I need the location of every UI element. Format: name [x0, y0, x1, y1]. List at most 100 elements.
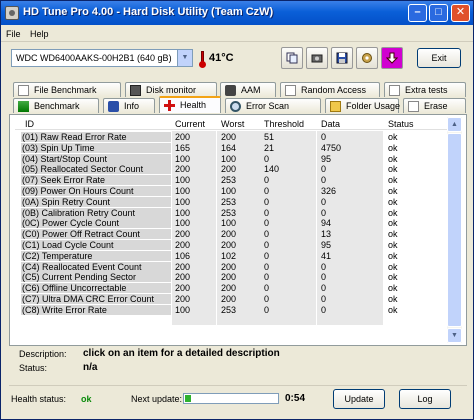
- table-row[interactable]: (04) Start/Stop Count 100 100 0 95 ok: [15, 153, 447, 164]
- table-row[interactable]: (C0) Power Off Retract Count 200 200 0 13 ok: [15, 229, 447, 240]
- options-button[interactable]: [356, 47, 378, 69]
- wrench-icon: [362, 53, 372, 63]
- maximize-button[interactable]: □: [429, 4, 448, 22]
- row-threshold: 51: [264, 132, 275, 142]
- row-data: 0: [321, 196, 327, 207]
- table-row[interactable]: (C8) Write Error Rate 100 253 0 0 ok: [15, 304, 447, 315]
- window-title: HD Tune Pro 4.00 - Hard Disk Utility (Te…: [23, 6, 274, 18]
- header-worst[interactable]: Worst: [221, 119, 244, 129]
- row-data: 0: [321, 304, 327, 315]
- vertical-scrollbar[interactable]: ▲ ▼: [447, 117, 462, 343]
- row-threshold: 0: [264, 283, 270, 294]
- update-progress-fill: [185, 395, 193, 402]
- tab-folder-usage[interactable]: Folder Usage: [325, 98, 400, 113]
- row-data: 326: [321, 186, 337, 196]
- tab-aam[interactable]: AAM: [220, 82, 276, 97]
- row-worst: 253: [221, 207, 237, 218]
- download-button[interactable]: [381, 47, 403, 69]
- header-status[interactable]: Status: [388, 119, 414, 129]
- hard-disk-app-icon: [5, 6, 19, 20]
- table-row[interactable]: (03) Spin Up Time 165 164 21 4750 ok: [15, 142, 447, 153]
- row-worst: 100: [221, 153, 237, 164]
- exit-button[interactable]: Exit: [417, 48, 461, 68]
- update-countdown: 0:54: [285, 393, 306, 404]
- row-status: ok: [388, 196, 398, 207]
- row-worst: 253: [221, 304, 237, 315]
- header-current[interactable]: Current: [175, 119, 205, 129]
- row-status: ok: [388, 261, 398, 272]
- row-data: 4750: [321, 142, 342, 153]
- tab-file-benchmark[interactable]: File Benchmark: [13, 82, 121, 97]
- scroll-down-button[interactable]: ▼: [447, 328, 462, 343]
- tab-disk-monitor[interactable]: Disk monitor: [125, 82, 217, 97]
- chevron-down-icon[interactable]: ▼: [177, 50, 192, 66]
- tab-random-access[interactable]: Random Access: [280, 82, 380, 97]
- row-current: 100: [175, 304, 191, 315]
- log-button[interactable]: Log: [399, 389, 451, 409]
- row-current: 200: [175, 240, 191, 250]
- row-status: ok: [388, 283, 398, 294]
- table-row[interactable]: (C4) Reallocated Event Count 200 200 0 0 ok: [15, 261, 447, 272]
- table-row[interactable]: (C6) Offline Uncorrectable 200 200 0 0 ok: [15, 283, 447, 294]
- row-status: ok: [388, 272, 398, 283]
- magnifier-icon: [230, 101, 241, 112]
- tab-error-scan[interactable]: Error Scan: [225, 98, 321, 113]
- scroll-thumb[interactable]: [447, 133, 462, 327]
- row-current: 200: [175, 283, 191, 294]
- table-row[interactable]: (0B) Calibration Retry Count 100 253 0 0 ok: [15, 207, 447, 218]
- row-current: 100: [175, 153, 191, 164]
- table-row[interactable]: (C1) Load Cycle Count 200 200 0 95 ok: [15, 240, 447, 250]
- table-row[interactable]: (05) Reallocated Sector Count 200 200 140 0 o…: [15, 164, 447, 175]
- row-status: ok: [388, 229, 398, 240]
- copy-icon: [286, 52, 298, 64]
- row-id: (C2) Temperature: [21, 250, 171, 261]
- table-row[interactable]: (C2) Temperature 106 102 0 41 ok: [15, 250, 447, 261]
- header-threshold[interactable]: Threshold: [264, 119, 304, 129]
- menu-file[interactable]: File: [6, 29, 21, 39]
- row-id: (C0) Power Off Retract Count: [21, 229, 171, 240]
- table-row[interactable]: (0C) Power Cycle Count 100 100 0 94 ok: [15, 218, 447, 229]
- tab-benchmark[interactable]: Benchmark: [13, 98, 99, 113]
- table-row[interactable]: (07) Seek Error Rate 100 253 0 0 ok: [15, 175, 447, 186]
- table-row[interactable]: (09) Power On Hours Count 100 100 0 326 ok: [15, 186, 447, 196]
- tab-extra-tests[interactable]: Extra tests: [384, 82, 466, 97]
- minimize-button[interactable]: –: [408, 4, 427, 22]
- row-worst: 200: [221, 240, 237, 250]
- copy-button[interactable]: [281, 47, 303, 69]
- speaker-icon: [225, 85, 236, 96]
- table-row[interactable]: (C7) Ultra DMA CRC Error Count 200 200 0 0 ok: [15, 294, 447, 304]
- header-data[interactable]: Data: [321, 119, 340, 129]
- tab-health[interactable]: Health: [159, 96, 221, 113]
- tab-info[interactable]: Info: [103, 98, 155, 113]
- row-id: (03) Spin Up Time: [21, 142, 171, 153]
- menu-help[interactable]: Help: [30, 29, 49, 39]
- row-worst: 253: [221, 175, 237, 186]
- scroll-up-button[interactable]: ▲: [447, 117, 462, 132]
- row-data: 13: [321, 229, 332, 240]
- row-current: 200: [175, 261, 191, 272]
- title-bar[interactable]: HD Tune Pro 4.00 - Hard Disk Utility (Te…: [1, 1, 473, 25]
- row-data: 41: [321, 250, 332, 261]
- tab-erase[interactable]: Erase: [403, 98, 466, 113]
- table-row[interactable]: (0A) Spin Retry Count 100 253 0 0 ok: [15, 196, 447, 207]
- screenshot-button[interactable]: [306, 47, 328, 69]
- row-data: 0: [321, 175, 327, 186]
- folder-icon: [330, 101, 341, 112]
- row-data: 0: [321, 272, 327, 283]
- drive-select[interactable]: WDC WD6400AAKS-00H2B1 (640 gB) ▼: [11, 49, 193, 67]
- row-status: ok: [388, 218, 398, 229]
- row-status: ok: [388, 304, 398, 315]
- header-id[interactable]: ID: [25, 119, 34, 129]
- row-threshold: 0: [264, 294, 270, 304]
- update-button[interactable]: Update: [333, 389, 385, 409]
- close-button[interactable]: ✕: [451, 4, 470, 22]
- health-cross-icon: [164, 100, 175, 111]
- row-current: 200: [175, 294, 191, 304]
- row-threshold: 0: [264, 250, 270, 261]
- table-row[interactable]: (C5) Current Pending Sector 200 200 0 0 ok: [15, 272, 447, 283]
- save-button[interactable]: [331, 47, 353, 69]
- row-data: 0: [321, 283, 327, 294]
- row-worst: 200: [221, 294, 237, 304]
- row-threshold: 0: [264, 261, 270, 272]
- table-row[interactable]: (01) Raw Read Error Rate 200 200 51 0 ok: [15, 132, 447, 142]
